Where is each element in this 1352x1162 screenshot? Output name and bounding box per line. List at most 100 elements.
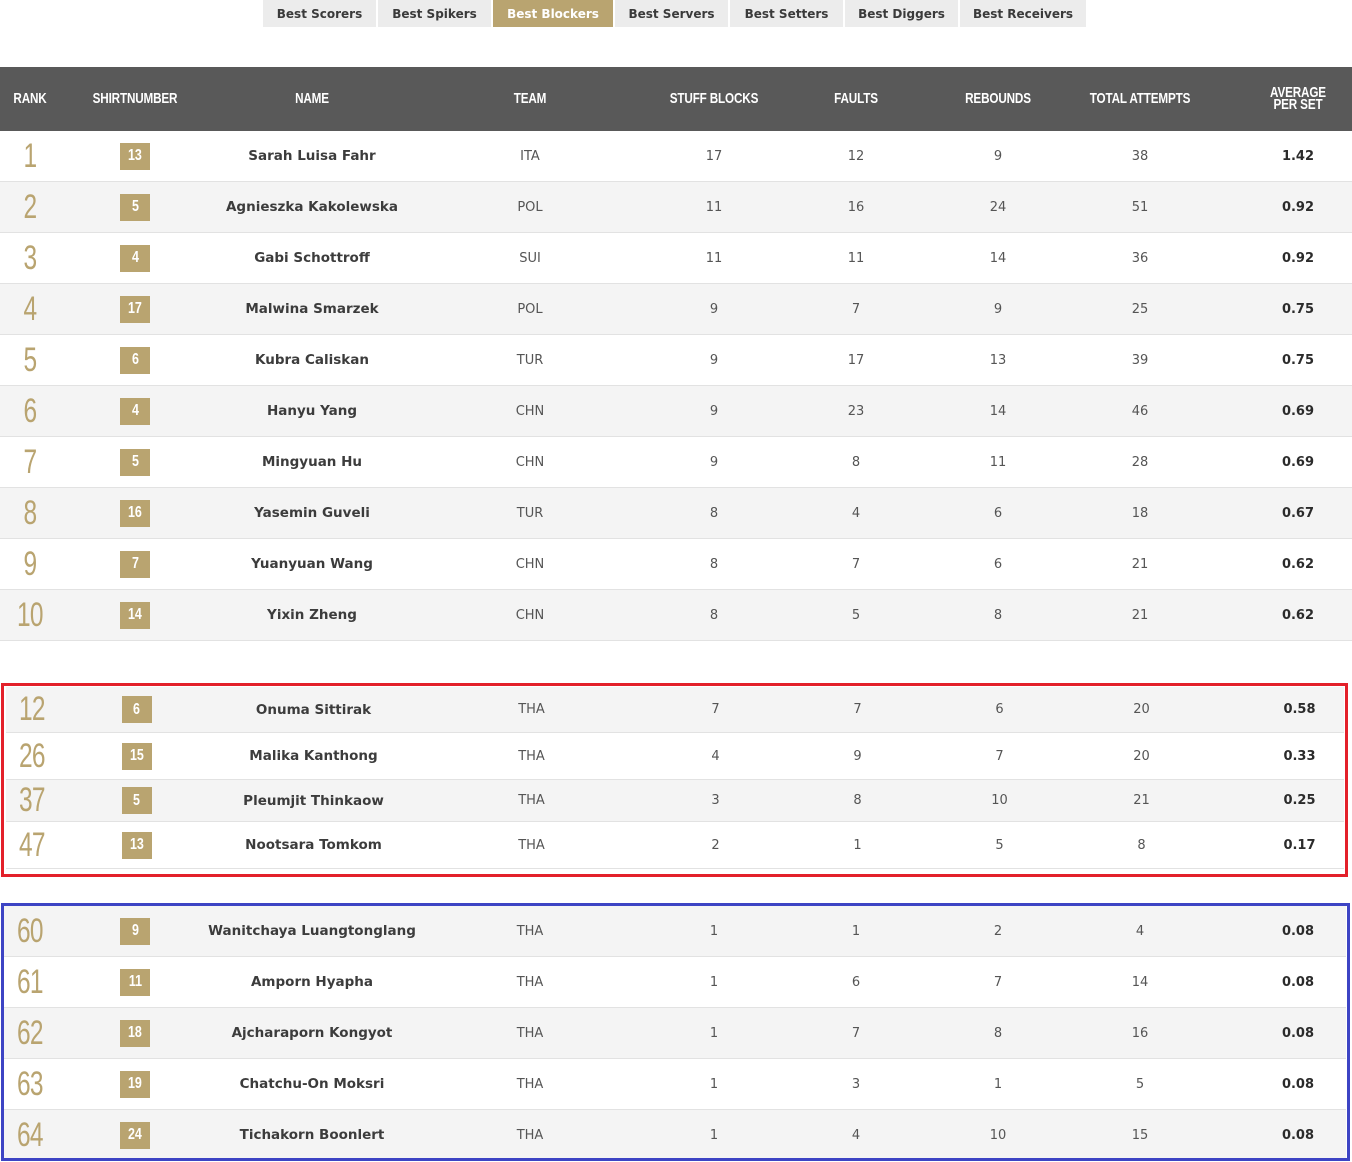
average-per-set-value-cell: 0.67 (1258, 488, 1338, 538)
table-row[interactable]: 60 9 Wanitchaya Luangtonglang THA 1 1 2 4 0.08 (4, 906, 1346, 957)
shirt-number-badge: 19 (120, 1070, 150, 1098)
team-code-cell: CHN (490, 590, 570, 640)
header-team[interactable]: TEAM (499, 67, 561, 131)
tab-best-diggers[interactable]: Best Diggers (845, 0, 958, 27)
table-row[interactable]: 37 5 Pleumjit Thinkaow THA 3 8 10 21 0.25 (6, 780, 1344, 822)
tab-best-scorers[interactable]: Best Scorers (263, 0, 376, 27)
total-attempts-value: 38 (1131, 148, 1149, 164)
player-name[interactable]: Kubra Caliskan (255, 352, 369, 368)
team-code-cell: SUI (490, 233, 570, 283)
player-name[interactable]: Malwina Smarzek (245, 301, 378, 317)
player-name[interactable]: Ajcharaporn Kongyot (232, 1025, 393, 1041)
table-row[interactable]: 62 18 Ajcharaporn Kongyot THA 1 7 8 16 0.08 (4, 1008, 1346, 1059)
average-per-set-value: 0.08 (1281, 1025, 1315, 1041)
header-name[interactable]: NAME (234, 67, 390, 131)
rebounds-value: 6 (993, 505, 1003, 521)
player-name[interactable]: Yixin Zheng (267, 607, 357, 623)
team-code-cell: THA (492, 687, 572, 732)
rank-cell: 64 (17, 1115, 44, 1154)
faults-value: 4 (851, 1127, 861, 1143)
stuff-blocks-value: 11 (705, 199, 723, 215)
shirt-number-cell: 17 (105, 284, 165, 334)
tab-best-setters[interactable]: Best Setters (730, 0, 843, 27)
player-name[interactable]: Sarah Luisa Fahr (248, 148, 375, 164)
player-name-cell: Yasemin Guveli (182, 488, 442, 538)
player-name[interactable]: Chatchu-On Moksri (240, 1076, 385, 1092)
rank-cell-cell: 63 (0, 1059, 60, 1109)
stuff-blocks-value: 1 (709, 1025, 719, 1041)
player-name[interactable]: Amporn Hyapha (251, 974, 373, 990)
player-name-cell: Yuanyuan Wang (182, 539, 442, 589)
player-name[interactable]: Wanitchaya Luangtonglang (208, 923, 416, 939)
header-faults[interactable]: FAULTS (817, 67, 895, 131)
table-row[interactable]: 4 17 Malwina Smarzek POL 9 7 9 25 0.75 (0, 284, 1352, 335)
stuff-blocks-value-cell: 9 (674, 437, 754, 487)
total-attempts-value: 5 (1135, 1076, 1145, 1092)
tab-best-blockers[interactable]: Best Blockers (493, 0, 613, 27)
rank-cell-cell: 3 (0, 233, 60, 283)
player-name[interactable]: Yasemin Guveli (254, 505, 370, 521)
player-name[interactable]: Hanyu Yang (267, 403, 357, 419)
player-name[interactable]: Agnieszka Kakolewska (226, 199, 398, 215)
table-row[interactable]: 7 5 Mingyuan Hu CHN 9 8 11 28 0.69 (0, 437, 1352, 488)
tab-best-spikers[interactable]: Best Spikers (378, 0, 491, 27)
stuff-blocks-value-cell: 9 (674, 386, 754, 436)
shirt-number-cell: 24 (105, 1110, 165, 1160)
team-code-cell: THA (490, 1008, 570, 1058)
table-row[interactable]: 26 15 Malika Kanthong THA 4 9 7 20 0.33 (6, 733, 1344, 780)
rebounds-value: 10 (991, 793, 1008, 808)
shirt-number-badge: 16 (120, 499, 150, 527)
player-name[interactable]: Yuanyuan Wang (251, 556, 373, 572)
header-average-per-set[interactable]: AVERAGE PER SET (1267, 67, 1329, 131)
table-row[interactable]: 8 16 Yasemin Guveli TUR 8 4 6 18 0.67 (0, 488, 1352, 539)
shirt-number-badge: 13 (121, 831, 152, 859)
rank-cell: 9 (23, 544, 38, 583)
player-name-cell: Amporn Hyapha (182, 957, 442, 1007)
header-shirtnumber[interactable]: SHIRTNUMBER (88, 67, 182, 131)
table-row[interactable]: 12 6 Onuma Sittirak THA 7 7 6 20 0.58 (6, 687, 1344, 733)
table-row[interactable]: 10 14 Yixin Zheng CHN 8 5 8 21 0.62 (0, 590, 1352, 641)
header-rebounds[interactable]: REBOUNDS (951, 67, 1045, 131)
player-name-cell: Sarah Luisa Fahr (182, 131, 442, 181)
rebounds-value: 14 (989, 250, 1007, 266)
shirt-number: 16 (128, 504, 142, 521)
average-per-set-value-cell: 0.92 (1258, 182, 1338, 232)
stuff-blocks-value: 1 (709, 974, 719, 990)
header-rank[interactable]: RANK (7, 67, 54, 131)
faults-value-cell: 6 (816, 957, 896, 1007)
table-row[interactable]: 47 13 Nootsara Tomkom THA 2 1 5 8 0.17 (6, 822, 1344, 869)
shirt-number-badge: 14 (120, 601, 150, 629)
table-row[interactable]: 6 4 Hanyu Yang CHN 9 23 14 46 0.69 (0, 386, 1352, 437)
faults-value-cell: 5 (816, 590, 896, 640)
shirt-number: 15 (129, 747, 144, 764)
table-row[interactable]: 2 5 Agnieszka Kakolewska POL 11 16 24 51 0.92 (0, 182, 1352, 233)
player-name[interactable]: Tichakorn Boonlert (240, 1127, 385, 1143)
average-per-set-value-cell: 0.17 (1260, 822, 1340, 868)
average-per-set-value: 0.69 (1281, 454, 1315, 470)
header-total-attempts[interactable]: TOTAL ATTEMPTS (1085, 67, 1194, 131)
table-row[interactable]: 63 19 Chatchu-On Moksri THA 1 3 1 5 0.08 (4, 1059, 1346, 1110)
table-row[interactable]: 5 6 Kubra Caliskan TUR 9 17 13 39 0.75 (0, 335, 1352, 386)
stuff-blocks-value-cell: 1 (674, 906, 754, 956)
player-name[interactable]: Mingyuan Hu (262, 454, 362, 470)
player-name[interactable]: Gabi Schottroff (254, 250, 370, 266)
average-per-set-value-cell: 0.08 (1258, 957, 1338, 1007)
rank-cell: 6 (23, 391, 38, 430)
player-name[interactable]: Onuma Sittirak (256, 702, 371, 718)
table-row[interactable]: 61 11 Amporn Hyapha THA 1 6 7 14 0.08 (4, 957, 1346, 1008)
player-name[interactable]: Malika Kanthong (249, 748, 377, 764)
table-row[interactable]: 64 24 Tichakorn Boonlert THA 1 4 10 15 0.08 (4, 1110, 1346, 1161)
team-code: TUR (516, 505, 544, 521)
tab-best-servers[interactable]: Best Servers (615, 0, 728, 27)
player-name[interactable]: Nootsara Tomkom (245, 837, 382, 853)
table-row[interactable]: 9 7 Yuanyuan Wang CHN 8 7 6 21 0.62 (0, 539, 1352, 590)
table-row[interactable]: 1 13 Sarah Luisa Fahr ITA 17 12 9 38 1.42 (0, 131, 1352, 182)
table-row[interactable]: 3 4 Gabi Schottroff SUI 11 11 14 36 0.92 (0, 233, 1352, 284)
tab-best-receivers[interactable]: Best Receivers (960, 0, 1086, 27)
rank-cell: 8 (23, 493, 38, 532)
header-stuff-blocks[interactable]: STUFF BLOCKS (652, 67, 777, 131)
player-name[interactable]: Pleumjit Thinkaow (243, 793, 384, 809)
total-attempts-value: 21 (1133, 793, 1150, 808)
stuff-blocks-value: 8 (709, 505, 719, 521)
total-attempts-value: 21 (1131, 556, 1149, 572)
